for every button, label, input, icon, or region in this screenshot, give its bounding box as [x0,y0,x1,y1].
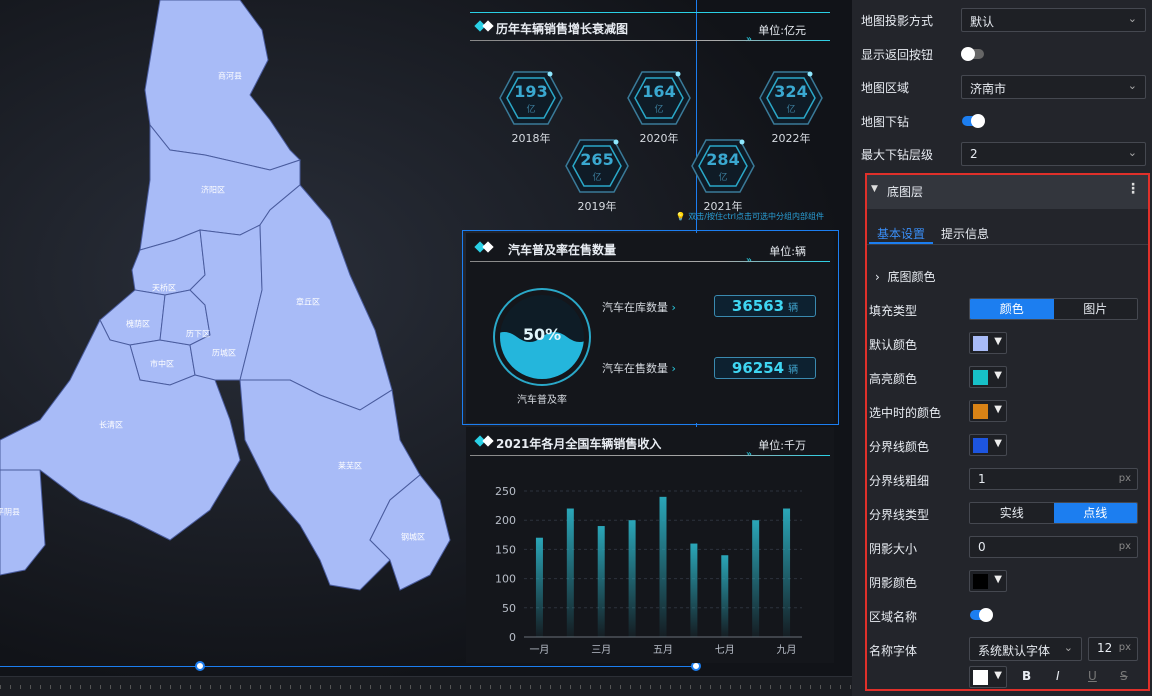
horizontal-ruler [0,676,852,696]
district-pingyin[interactable] [0,469,46,576]
select-value: 济南市 [970,82,1007,96]
widget-unit: 单位:亿元 [758,24,806,37]
revenue-bar-chart: 0 50 100 150 200 250 一月 三月 五月 七月 九月 [495,485,802,656]
widget-title: 2021年各月全国车辆销售收入 [496,437,662,451]
panel-row-label: 地图区域 [861,81,910,95]
widget-header: 2021年各月全国车辆销售收入 单位:千万 » [466,427,834,463]
panel-select[interactable]: 济南市 ⌄ [961,75,1146,99]
selected-widget-outline [462,230,839,425]
bar [535,537,543,637]
resize-handle[interactable] [195,661,205,671]
hex-unit: 亿 [526,105,536,115]
jinan-map[interactable] [0,0,462,680]
map-label: 钢城区 [401,532,425,542]
map-label: 平阴县 [0,507,20,517]
map-label: 槐荫区 [126,319,150,329]
divider [470,40,830,41]
toggle-knob [971,113,985,128]
bar [690,543,698,637]
map-label: 市中区 [150,359,174,369]
y-tick-label: 200 [495,514,516,527]
bar [783,508,791,637]
x-tick-label: 五月 [653,644,673,656]
hex-unit: 亿 [786,105,796,115]
hex-year: 2018年 [511,132,551,145]
group-tip-text: 双击/按住ctrl点击可选中分组内部组件 [688,212,824,221]
hex-stat-item: 284 亿 2021年 [688,136,758,214]
hex-stat-item: 164 亿 2020年 [624,68,694,146]
panel-row-label: 最大下钻层级 [861,148,934,162]
panel-select[interactable]: 2 ⌄ [961,142,1146,166]
y-tick-label: 50 [502,602,516,615]
x-tick-label: 一月 [529,644,549,656]
hex-year: 2022年 [771,132,811,145]
divider [470,455,830,456]
bar [597,526,605,637]
x-tick-label: 三月 [591,644,611,656]
bar [752,520,760,637]
hex-year: 2020年 [639,132,679,145]
diamond-icon [482,20,494,32]
map-label: 济阳区 [201,185,225,195]
hex-year: 2019年 [577,200,617,213]
widget-unit: 单位:千万 [758,439,806,452]
map-label: 长清区 [99,420,123,430]
panel-row-label: 地图投影方式 [861,14,934,28]
hex-value: 324 [774,82,808,101]
map-label: 天桥区 [152,283,176,293]
hex-stat-item: 265 亿 2019年 [562,136,632,214]
y-tick-label: 100 [495,573,516,586]
chevron-down-icon: ⌄ [1127,79,1137,92]
hex-value: 193 [514,82,548,101]
map-label: 历城区 [212,348,236,358]
widget-header: 历年车辆销售增长衰减图 单位:亿元 » [466,12,834,48]
hex-value: 284 [706,150,740,169]
select-value: 2 [970,147,978,161]
select-value: 默认 [970,15,995,29]
hex-value: 265 [580,150,614,169]
map-label: 历下区 [186,329,210,339]
hex-unit: 亿 [592,173,602,183]
sales-growth-widget[interactable]: 历年车辆销售增长衰减图 单位:亿元 » 193 亿 2018年 164 亿 2020年 32… [466,12,834,224]
chevron-down-icon: ⌄ [1127,12,1137,25]
panel-row-label: 地图下钻 [861,114,910,129]
hex-unit: 亿 [654,105,664,115]
diamond-icon [482,435,494,447]
bar [628,520,636,637]
map-label: 章丘区 [296,297,320,307]
y-tick-label: 250 [495,485,516,498]
map-label: 商河县 [218,71,242,81]
map-label: 莱芜区 [338,461,362,471]
district-huaiyin[interactable] [99,289,166,346]
bar [659,496,667,637]
bar [721,555,729,637]
district-shanghe[interactable] [144,0,301,171]
hex-value: 164 [642,82,676,101]
hex-stat-item: 324 亿 2022年 [756,68,826,146]
highlight-frame [865,173,1150,691]
panel-toggle[interactable] [961,46,984,61]
panel-toggle[interactable] [962,113,985,128]
toggle-knob [961,46,975,61]
y-tick-label: 150 [495,543,516,556]
divider [470,12,830,13]
panel-row-label: 显示返回按钮 [861,47,934,62]
widget-title: 历年车辆销售增长衰减图 [496,22,629,36]
selection-bottom-edge [0,666,697,667]
group-tip: 💡 双击/按住ctrl点击可选中分组内部组件 [675,212,824,221]
x-tick-label: 七月 [715,644,735,656]
x-tick-label: 九月 [777,644,797,656]
chevron-down-icon: ⌄ [1127,146,1137,159]
editor-canvas[interactable]: 商河县 济阳区 天桥区 槐荫区 历下区 市中区 历城区 章丘区 长清区 莱芜区 … [0,0,852,696]
monthly-revenue-widget[interactable]: 2021年各月全国车辆销售收入 单位:千万 » 0 50 100 150 200 250 一… [466,427,834,663]
hex-stat-item: 193 亿 2018年 [496,68,566,146]
hex-unit: 亿 [718,173,728,183]
panel-select[interactable]: 默认 ⌄ [961,8,1146,32]
bar [566,508,574,637]
y-tick-label: 0 [509,631,516,644]
